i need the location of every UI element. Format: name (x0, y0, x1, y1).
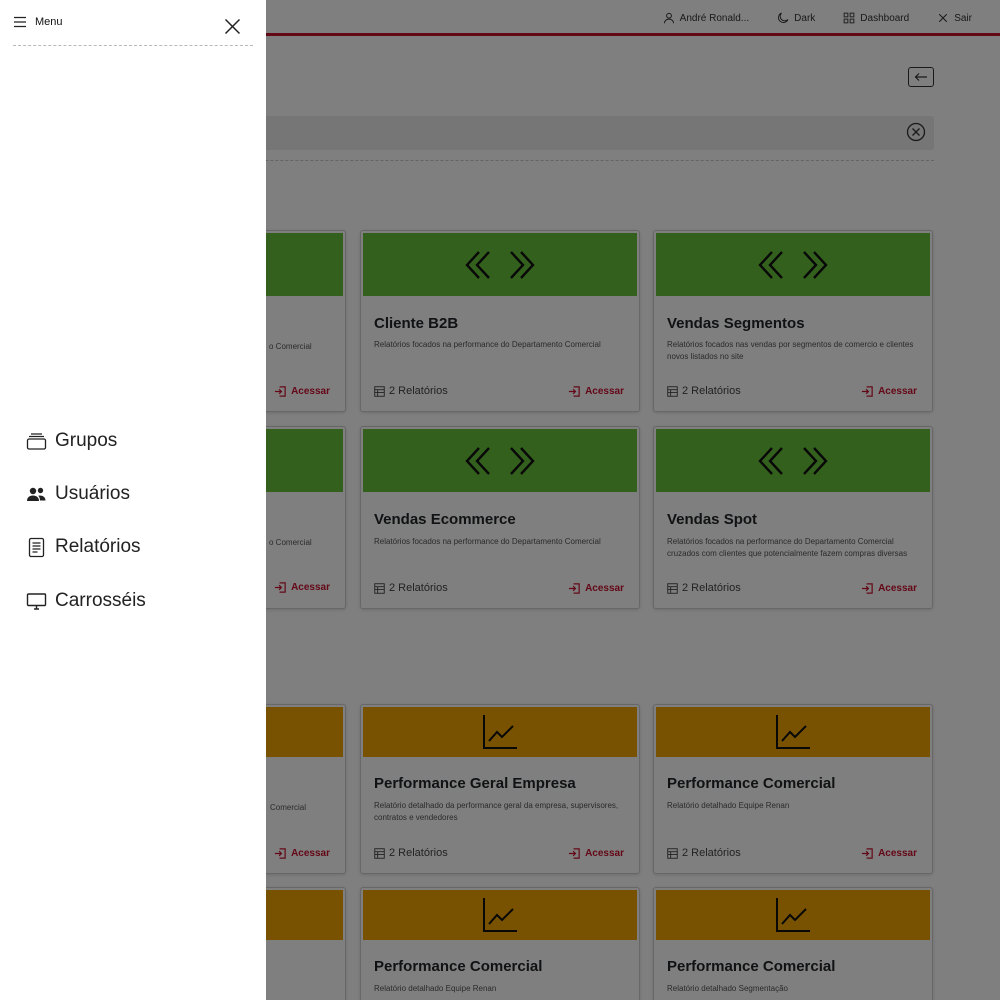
stack-icon (26, 432, 47, 450)
nav-item-label: Grupos (55, 430, 118, 451)
nav-item-label: Usuários (55, 483, 130, 504)
nav-item-grupos[interactable]: Grupos (26, 430, 117, 452)
nav-item-label: Relatórios (55, 536, 141, 557)
side-drawer: Menu Grupos Usuários Relatórios Carrossé… (0, 0, 266, 1000)
drawer-title: Menu (35, 16, 63, 28)
nav-item-carrosseis[interactable]: Carrosséis (26, 590, 146, 612)
nav-item-label: Carrosséis (55, 590, 146, 611)
close-icon[interactable] (224, 18, 241, 35)
menu-toggle[interactable]: Menu (13, 16, 63, 28)
document-icon (28, 537, 45, 557)
nav-item-usuarios[interactable]: Usuários (26, 483, 130, 505)
hamburger-icon (14, 16, 26, 28)
users-icon (27, 487, 46, 501)
nav-item-relatorios[interactable]: Relatórios (26, 536, 141, 558)
monitor-icon (26, 592, 47, 610)
